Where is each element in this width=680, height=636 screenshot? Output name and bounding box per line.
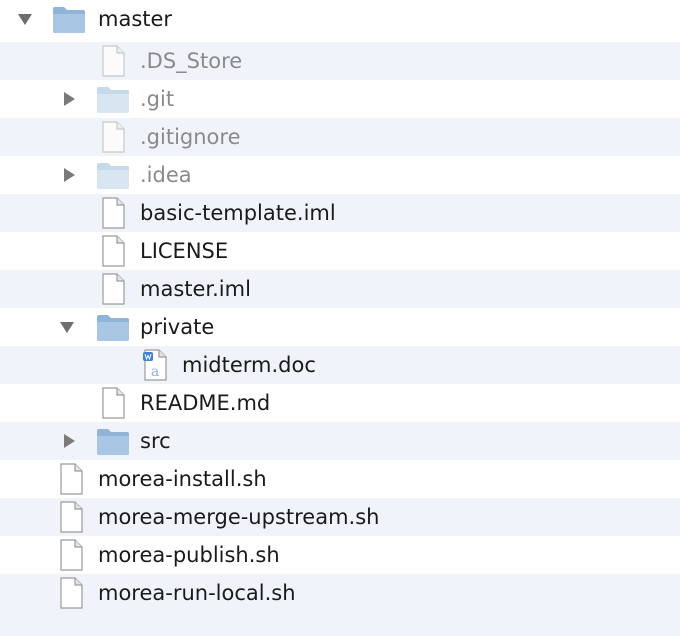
file-icon xyxy=(98,197,132,229)
tree-row-morea-merge-upstream[interactable]: morea-merge-upstream.sh xyxy=(0,498,680,536)
tree-item-label: midterm.doc xyxy=(182,353,316,377)
file-icon xyxy=(56,501,90,533)
disclosure-triangle-right-icon[interactable] xyxy=(58,88,80,110)
tree-row-license[interactable]: LICENSE xyxy=(0,232,680,270)
tree-item-label: .DS_Store xyxy=(140,49,243,73)
tree-row-midterm-doc[interactable]: a midterm.doc xyxy=(0,346,680,384)
tree-row-gitignore[interactable]: .gitignore xyxy=(0,118,680,156)
tree-item-label: master xyxy=(98,7,173,31)
file-icon xyxy=(56,577,90,609)
folder-icon xyxy=(96,311,130,343)
tree-item-label: morea-merge-upstream.sh xyxy=(98,505,380,529)
folder-icon xyxy=(96,83,130,115)
file-icon xyxy=(98,387,132,419)
disclosure-triangle-down-icon[interactable] xyxy=(56,316,78,338)
file-icon xyxy=(56,539,90,571)
tree-item-label: LICENSE xyxy=(140,239,229,263)
tree-row-morea-run-local[interactable]: morea-run-local.sh xyxy=(0,574,680,612)
tree-row-morea-publish[interactable]: morea-publish.sh xyxy=(0,536,680,574)
tree-item-label: master.iml xyxy=(140,277,251,301)
tree-item-label: .idea xyxy=(140,163,192,187)
folder-icon xyxy=(96,159,130,191)
tree-item-label: private xyxy=(140,315,215,339)
tree-row-src[interactable]: src xyxy=(0,422,680,460)
tree-item-label: morea-publish.sh xyxy=(98,543,280,567)
empty-row xyxy=(0,612,680,636)
svg-text:a: a xyxy=(151,364,159,380)
folder-icon xyxy=(52,3,86,35)
tree-row-ds-store[interactable]: .DS_Store xyxy=(0,42,680,80)
tree-item-label: morea-install.sh xyxy=(98,467,267,491)
tree-row-private[interactable]: private xyxy=(0,308,680,346)
folder-icon xyxy=(96,425,130,457)
file-icon xyxy=(98,121,132,153)
disclosure-triangle-right-icon[interactable] xyxy=(58,430,80,452)
tree-item-label: .gitignore xyxy=(140,125,241,149)
tree-row-master-iml[interactable]: master.iml xyxy=(0,270,680,308)
tree-item-label: src xyxy=(140,429,171,453)
tree-row-git[interactable]: .git xyxy=(0,80,680,118)
file-icon xyxy=(98,235,132,267)
tree-row-idea[interactable]: .idea xyxy=(0,156,680,194)
disclosure-triangle-down-icon[interactable] xyxy=(14,8,36,30)
tree-row-readme[interactable]: README.md xyxy=(0,384,680,422)
tree-row-master[interactable]: master xyxy=(0,0,680,38)
tree-item-label: basic-template.iml xyxy=(140,201,336,225)
disclosure-triangle-right-icon[interactable] xyxy=(58,164,80,186)
file-tree: master .DS_Store .git .gitignore .idea b… xyxy=(0,0,680,636)
tree-item-label: .git xyxy=(140,87,175,111)
tree-item-label: README.md xyxy=(140,391,271,415)
tree-row-morea-install[interactable]: morea-install.sh xyxy=(0,460,680,498)
file-icon xyxy=(98,45,132,77)
tree-item-label: morea-run-local.sh xyxy=(98,581,296,605)
file-icon xyxy=(56,463,90,495)
word-document-icon: a xyxy=(140,349,174,381)
tree-row-basic-template-iml[interactable]: basic-template.iml xyxy=(0,194,680,232)
file-icon xyxy=(98,273,132,305)
